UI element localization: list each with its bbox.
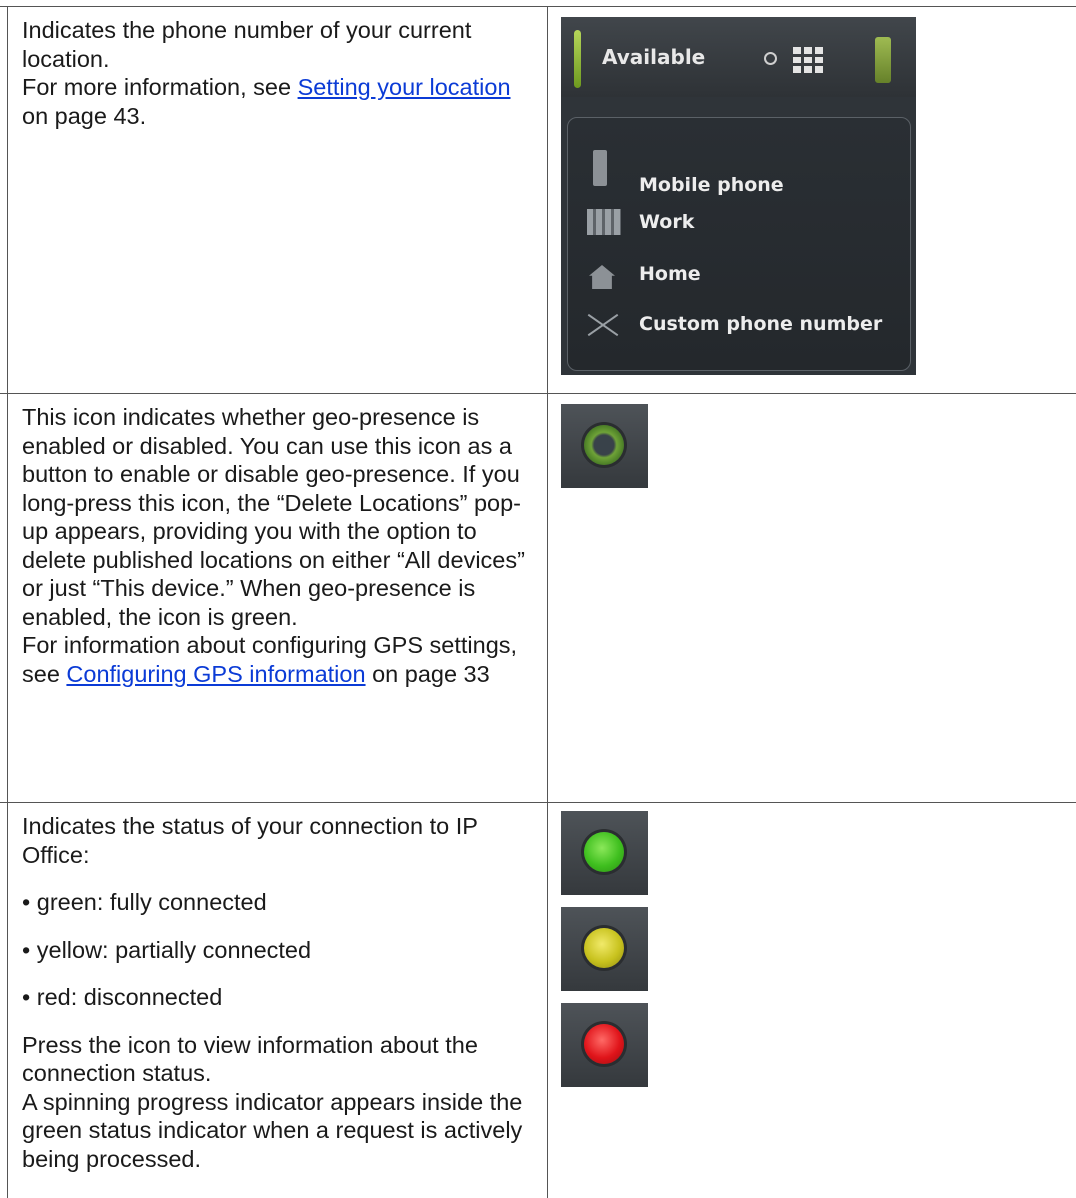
availability-indicator	[574, 30, 581, 88]
bullet-red: • red: disconnected	[22, 984, 223, 1010]
availability-label: Available	[602, 45, 706, 69]
status-green-icon	[561, 811, 648, 895]
row2-more-info: For information about configuring GPS se…	[22, 631, 542, 688]
mobile-phone-icon	[875, 37, 891, 83]
row1-more-info: For more information, see Setting your l…	[22, 73, 542, 130]
setting-location-link[interactable]: Setting your location	[298, 74, 511, 100]
green-lamp	[584, 832, 624, 872]
menu-item-mobile-phone: Mobile phone	[639, 174, 784, 196]
menu-item-home: Home	[639, 263, 701, 285]
row-divider-2	[0, 802, 1076, 803]
row3-description: Indicates the status of your connection …	[22, 812, 542, 1173]
row1-description: Indicates the phone number of your curre…	[22, 16, 542, 130]
table-left-border	[7, 6, 8, 1198]
table-top-border	[0, 6, 1076, 7]
geo-presence-lamp	[584, 425, 624, 465]
row1-suffix: on page 43.	[22, 102, 147, 129]
status-yellow-icon	[561, 907, 648, 991]
geo-presence-icon	[561, 404, 648, 488]
row2-text: This icon indicates whether geo-presence…	[22, 404, 525, 630]
row1-prefix: For more information, see	[22, 74, 298, 100]
location-popup-screenshot: Available Mobile phone Work Home Custom …	[561, 17, 916, 375]
mobile-phone-icon	[593, 150, 607, 186]
column-divider	[547, 6, 548, 1198]
bullet-yellow: • yellow: partially connected	[22, 936, 312, 963]
yellow-lamp	[584, 928, 624, 968]
work-building-icon	[587, 209, 621, 235]
row-divider-1	[0, 393, 1076, 394]
row3-press-info: Press the icon to view information about…	[22, 1031, 478, 1087]
configuring-gps-link[interactable]: Configuring GPS information	[66, 661, 365, 687]
red-lamp	[584, 1024, 624, 1064]
custom-number-icon	[585, 315, 621, 335]
menu-item-custom-phone-number: Custom phone number	[639, 313, 883, 335]
menu-item-work: Work	[639, 211, 695, 233]
status-red-icon	[561, 1003, 648, 1087]
row1-text: Indicates the phone number of your curre…	[22, 17, 472, 72]
row3-intro: Indicates the status of your connection …	[22, 813, 478, 868]
row3-spinner-info: A spinning progress indicator appears in…	[22, 1088, 523, 1172]
dialpad-grid-icon	[793, 47, 823, 73]
row2-description: This icon indicates whether geo-presence…	[22, 403, 542, 688]
row2-suffix: on page 33	[365, 660, 490, 687]
bullet-green: • green: fully connected	[22, 889, 267, 915]
small-dot-icon	[764, 52, 777, 65]
